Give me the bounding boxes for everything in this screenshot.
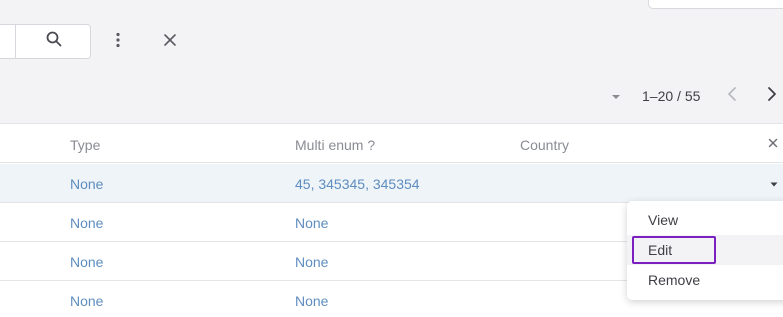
cell-multi-enum[interactable]: 45, 345345, 345354 xyxy=(295,176,420,192)
top-input-box[interactable] xyxy=(648,0,783,9)
column-header-type[interactable]: Type xyxy=(70,137,100,153)
cell-type[interactable]: None xyxy=(70,254,103,270)
menu-item-edit[interactable]: Edit xyxy=(627,235,783,265)
cell-type[interactable]: None xyxy=(70,215,103,231)
cell-type[interactable]: None xyxy=(70,176,103,192)
more-vertical-icon xyxy=(115,32,121,53)
page-size-dropdown[interactable] xyxy=(604,84,628,108)
remove-column-button[interactable] xyxy=(761,132,783,156)
chevron-left-icon xyxy=(727,86,737,107)
search-button[interactable] xyxy=(16,25,90,58)
cell-type[interactable]: None xyxy=(70,293,103,309)
more-options-button[interactable] xyxy=(106,30,130,54)
close-icon xyxy=(768,135,778,153)
table-header: Type Multi enum ? Country xyxy=(0,125,783,163)
search-group xyxy=(0,24,91,59)
menu-item-view[interactable]: View xyxy=(627,205,783,235)
column-header-country[interactable]: Country xyxy=(520,137,569,153)
cell-multi-enum[interactable]: None xyxy=(295,215,328,231)
pagination-range: 1–20 / 55 xyxy=(642,88,701,104)
row-actions-toggle[interactable] xyxy=(762,171,783,195)
cell-multi-enum[interactable]: None xyxy=(295,254,328,270)
menu-item-edit-label: Edit xyxy=(648,242,673,258)
caret-down-icon xyxy=(770,174,778,192)
column-header-multi-enum[interactable]: Multi enum ? xyxy=(295,137,375,153)
chevron-right-icon xyxy=(767,86,777,107)
caret-down-icon xyxy=(611,87,621,105)
focus-outline xyxy=(632,236,716,264)
search-input[interactable] xyxy=(0,25,16,58)
cell-multi-enum[interactable]: None xyxy=(295,293,328,309)
close-icon xyxy=(163,33,177,52)
next-page-button[interactable] xyxy=(760,84,783,108)
clear-button[interactable] xyxy=(158,30,182,54)
list-toolbar: 1–20 / 55 xyxy=(0,0,783,124)
menu-item-remove[interactable]: Remove xyxy=(627,265,783,295)
previous-page-button[interactable] xyxy=(720,84,744,108)
row-actions-menu: View Edit Remove xyxy=(627,201,783,300)
search-icon xyxy=(45,30,63,53)
table-row[interactable]: None 45, 345345, 345354 xyxy=(0,164,783,203)
